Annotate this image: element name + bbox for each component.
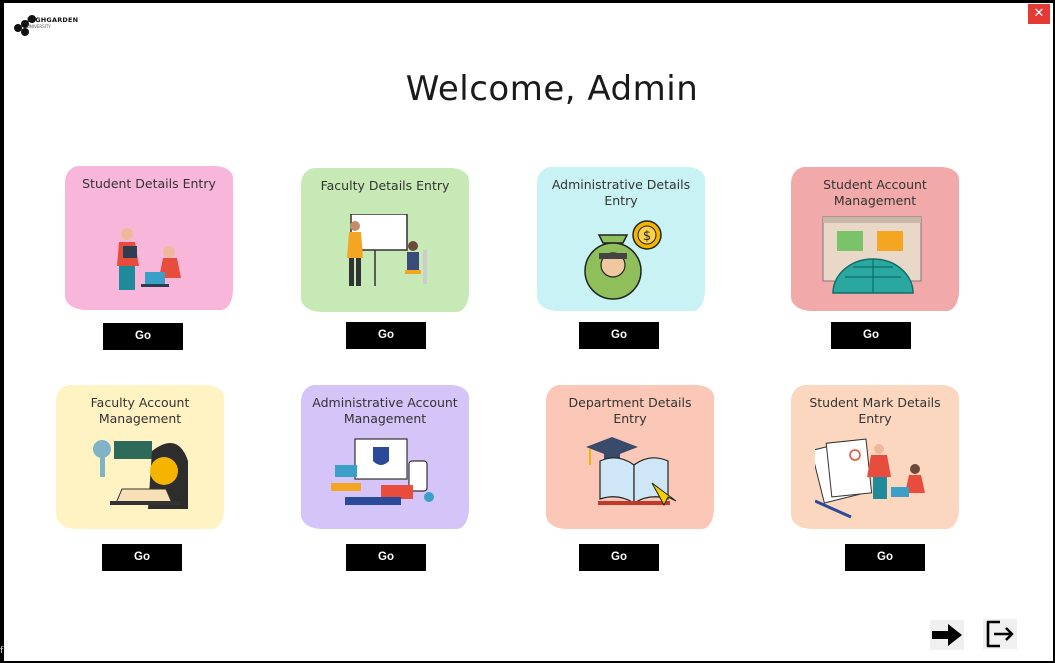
card-title: Administrative Details Entry bbox=[551, 177, 691, 208]
edge-glyph: f bbox=[0, 646, 4, 656]
graduation-book-icon bbox=[586, 437, 677, 507]
next-button[interactable] bbox=[930, 620, 964, 650]
go-button-student-marks[interactable]: Go bbox=[845, 544, 925, 571]
card-student-account: Student Account Management bbox=[791, 167, 959, 311]
card-faculty-account: Faculty Account Management bbox=[56, 385, 224, 529]
svg-text:$: $ bbox=[643, 229, 651, 244]
globe-dashboard-icon bbox=[822, 216, 922, 294]
card-title: Student Mark Details Entry bbox=[809, 395, 941, 426]
go-button-department-details[interactable]: Go bbox=[579, 544, 659, 571]
go-button-student-account[interactable]: Go bbox=[831, 322, 911, 349]
arrow-right-icon bbox=[932, 624, 962, 646]
card-faculty-details: Faculty Details Entry bbox=[301, 168, 469, 312]
card-title: Student Details Entry bbox=[82, 176, 216, 191]
card-student-marks: Student Mark Details Entry bbox=[791, 385, 959, 529]
card-department-details: Department Details Entry bbox=[546, 385, 714, 529]
go-button-faculty-account[interactable]: Go bbox=[102, 544, 182, 571]
go-button-student-details[interactable]: Go bbox=[103, 323, 183, 350]
card-administrative-account: Administrative Account Management bbox=[301, 385, 469, 529]
go-button-administrative-account[interactable]: Go bbox=[346, 544, 426, 571]
students-icon bbox=[117, 228, 181, 290]
page-title: Welcome, Admin bbox=[405, 69, 699, 109]
key-login-icon bbox=[93, 440, 188, 509]
card-title: Faculty Account Management bbox=[90, 395, 190, 426]
card-title: Faculty Details Entry bbox=[320, 178, 450, 193]
card-title: Department Details Entry bbox=[568, 395, 692, 426]
go-button-administrative-details[interactable]: Go bbox=[579, 322, 659, 349]
marksheet-icon bbox=[815, 438, 925, 519]
card-title: Student Account Management bbox=[823, 177, 927, 208]
card-title: Administrative Account Management bbox=[312, 395, 458, 426]
teacher-board-icon bbox=[347, 214, 427, 286]
money-bag-icon: $ bbox=[584, 220, 662, 300]
logout-icon bbox=[986, 620, 1014, 648]
logo-subtitle: UNIVERSITY bbox=[27, 24, 51, 29]
logo-name: HIGHGARDEN bbox=[27, 16, 79, 24]
close-button[interactable]: ✕ bbox=[1028, 4, 1050, 24]
go-button-faculty-details[interactable]: Go bbox=[346, 322, 426, 349]
logout-button[interactable] bbox=[983, 619, 1017, 649]
security-devices-icon bbox=[331, 438, 434, 505]
app-window: ✕ HIGHGARDEN UNIVERSITY Welcome, Admin S… bbox=[4, 3, 1053, 661]
card-administrative-details: Administrative Details Entry $ bbox=[537, 167, 705, 311]
card-student-details: Student Details Entry bbox=[65, 166, 233, 310]
